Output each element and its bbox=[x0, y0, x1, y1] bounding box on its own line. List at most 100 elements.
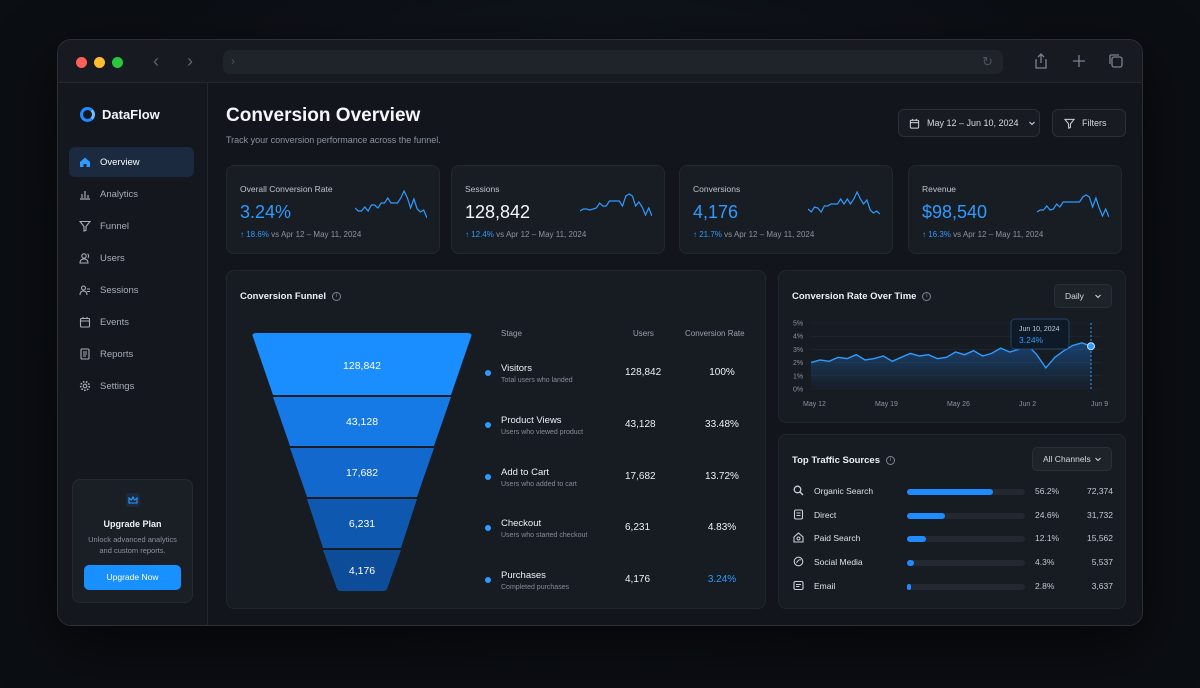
forward-arrow-icon[interactable]: › bbox=[180, 51, 200, 71]
stage-dot bbox=[485, 474, 491, 480]
traffic-source-row[interactable]: Direct 24.6% 31,732 bbox=[793, 508, 1113, 524]
info-icon[interactable]: i bbox=[332, 292, 342, 301]
sidebar-item-settings[interactable]: Settings bbox=[69, 371, 194, 401]
traffic-source-row[interactable]: Email 2.8% 3,637 bbox=[793, 579, 1113, 595]
browser-window: ‹ › › ↻ DataFlow Overview Analytics Funn… bbox=[57, 39, 1143, 626]
maximize-window-button[interactable] bbox=[112, 57, 123, 68]
funnel-row[interactable]: Add to Cart Users who added to cart 17,6… bbox=[485, 461, 755, 501]
source-bar-track bbox=[907, 513, 1025, 519]
source-value: 15,562 bbox=[1087, 533, 1113, 543]
sidebar-item-overview[interactable]: Overview bbox=[69, 147, 194, 177]
sidebar-item-analytics[interactable]: Analytics bbox=[69, 179, 194, 209]
info-icon[interactable]: i bbox=[885, 456, 895, 465]
funnel-title: Conversion Funnel bbox=[240, 291, 327, 302]
sparkline bbox=[1037, 194, 1109, 218]
sidebar-item-label: Events bbox=[100, 316, 130, 328]
funnel-label: 4,176 bbox=[349, 565, 375, 577]
sidebar-item-funnel[interactable]: Funnel bbox=[69, 211, 194, 241]
direct-icon bbox=[793, 509, 804, 520]
funnel-row[interactable]: Purchases Completed purchases 4,176 3.24… bbox=[485, 564, 755, 604]
x-tick-label: May 26 bbox=[947, 401, 970, 408]
date-range-picker[interactable]: May 12 – Jun 10, 2024 bbox=[898, 109, 1040, 137]
funnel-row[interactable]: Visitors Total users who landed 128,842 … bbox=[485, 357, 755, 397]
reload-icon[interactable]: ↻ bbox=[982, 54, 993, 70]
stage-dot bbox=[485, 422, 491, 428]
rate-line-chart[interactable]: 5% 4% 3% 2% 1% 0%May 12 May 19 May 26 Jun 2 Jun 9… bbox=[789, 315, 1119, 415]
source-bar-fill bbox=[907, 513, 945, 519]
users-icon bbox=[79, 253, 90, 264]
kpi-delta: ↑ 21.7% vs Apr 12 – May 11, 2024 bbox=[693, 230, 814, 239]
kpi-card-sessions[interactable]: Sessions 128,842 ↑ 12.4% vs Apr 12 – May… bbox=[451, 165, 665, 254]
sidebar-item-users[interactable]: Users bbox=[69, 243, 194, 273]
document-icon bbox=[80, 348, 90, 360]
y-tick-label: 5% bbox=[793, 321, 803, 328]
column-header-rate: Conversion Rate bbox=[685, 329, 745, 338]
traffic-source-row[interactable]: Organic Search 56.2% 72,374 bbox=[793, 484, 1113, 500]
sidebar-item-label: Overview bbox=[100, 156, 140, 168]
close-window-button[interactable] bbox=[76, 57, 87, 68]
traffic-title: Top Traffic Sources bbox=[792, 455, 880, 466]
kpi-card-conversions[interactable]: Conversions 4,176 ↑ 21.7% vs Apr 12 – Ma… bbox=[679, 165, 893, 254]
sidebar-item-sessions[interactable]: Sessions bbox=[69, 275, 194, 305]
panel-title: Conversion Funnel i bbox=[240, 291, 342, 302]
minimize-window-button[interactable] bbox=[94, 57, 105, 68]
app-logo[interactable]: DataFlow bbox=[80, 107, 160, 122]
filter-icon bbox=[1064, 118, 1075, 129]
funnel-label: 17,682 bbox=[346, 467, 378, 479]
kpi-delta: ↑ 16.3% vs Apr 12 – May 11, 2024 bbox=[922, 230, 1043, 239]
stage-users: 17,682 bbox=[625, 471, 656, 482]
sparkline bbox=[808, 190, 880, 215]
crown-icon bbox=[125, 493, 140, 507]
sidebar-item-events[interactable]: Events bbox=[69, 307, 194, 337]
period-dropdown[interactable]: Daily bbox=[1054, 284, 1112, 308]
title-bar: ‹ › › ↻ bbox=[58, 40, 1142, 83]
tabs-overview-icon[interactable] bbox=[1107, 52, 1125, 70]
source-value: 72,374 bbox=[1087, 486, 1113, 496]
kpi-value: 3.24% bbox=[240, 202, 292, 222]
share-icon[interactable] bbox=[1032, 52, 1050, 70]
source-name: Paid Search bbox=[814, 533, 861, 543]
info-icon[interactable]: i bbox=[922, 292, 932, 301]
hover-point[interactable] bbox=[1087, 342, 1095, 351]
funnel-row[interactable]: Product Views Users who viewed product 4… bbox=[485, 409, 755, 449]
traffic-source-row[interactable]: Paid Search 12.1% 15,562 bbox=[793, 531, 1113, 547]
page-subtitle: Track your conversion performance across… bbox=[226, 135, 441, 145]
filters-label: Filters bbox=[1082, 118, 1107, 128]
sidebar: DataFlow Overview Analytics Funnel Users… bbox=[58, 83, 208, 625]
channel-dropdown[interactable]: All Channels bbox=[1032, 447, 1112, 471]
funnel-row[interactable]: Checkout Users who started checkout 6,23… bbox=[485, 512, 755, 552]
x-tick-label: May 12 bbox=[803, 401, 826, 408]
kpi-label: Revenue bbox=[922, 184, 957, 194]
sidebar-item-label: Sessions bbox=[100, 284, 139, 296]
traffic-source-row[interactable]: Social Media 4.3% 5,537 bbox=[793, 555, 1113, 571]
kpi-card-revenue[interactable]: Revenue $98,540 ↑ 16.3% vs Apr 12 – May … bbox=[908, 165, 1122, 254]
sidebar-menu: Overview Analytics Funnel Users Sessions… bbox=[69, 147, 194, 403]
kpi-label: Sessions bbox=[465, 184, 500, 194]
source-name: Direct bbox=[814, 510, 837, 520]
kpi-delta-value: 12.4% bbox=[471, 230, 494, 239]
kpi-value: $98,540 bbox=[922, 202, 988, 222]
source-percent: 4.3% bbox=[1035, 557, 1055, 567]
tooltip-date: Jun 10, 2024 bbox=[1019, 326, 1060, 333]
chevron-down-icon bbox=[1095, 294, 1101, 299]
source-value: 5,537 bbox=[1091, 557, 1113, 567]
back-arrow-icon[interactable]: ‹ bbox=[146, 51, 166, 71]
source-bar-track bbox=[907, 584, 1025, 590]
filters-button[interactable]: Filters bbox=[1052, 109, 1126, 137]
upgrade-now-button[interactable]: Upgrade Now bbox=[84, 565, 181, 590]
new-tab-icon[interactable] bbox=[1070, 52, 1088, 70]
source-bar-fill bbox=[907, 560, 914, 566]
y-tick-label: 2% bbox=[793, 360, 803, 367]
paid-icon bbox=[793, 532, 804, 543]
source-percent: 24.6% bbox=[1035, 510, 1060, 520]
source-name: Email bbox=[814, 581, 836, 591]
funnel-label: 6,231 bbox=[349, 518, 375, 530]
address-bar[interactable]: › ↻ bbox=[223, 50, 1003, 74]
sidebar-item-reports[interactable]: Reports bbox=[69, 339, 194, 369]
kpi-card-conversion-rate[interactable]: Overall Conversion Rate 3.24% ↑ 18.6% vs… bbox=[226, 165, 440, 254]
chevron-down-icon bbox=[1028, 121, 1035, 126]
x-tick-label: Jun 9 bbox=[1091, 401, 1108, 408]
stage-users: 6,231 bbox=[625, 522, 651, 533]
calendar-icon bbox=[79, 317, 91, 328]
column-header-users: Users bbox=[633, 329, 654, 338]
